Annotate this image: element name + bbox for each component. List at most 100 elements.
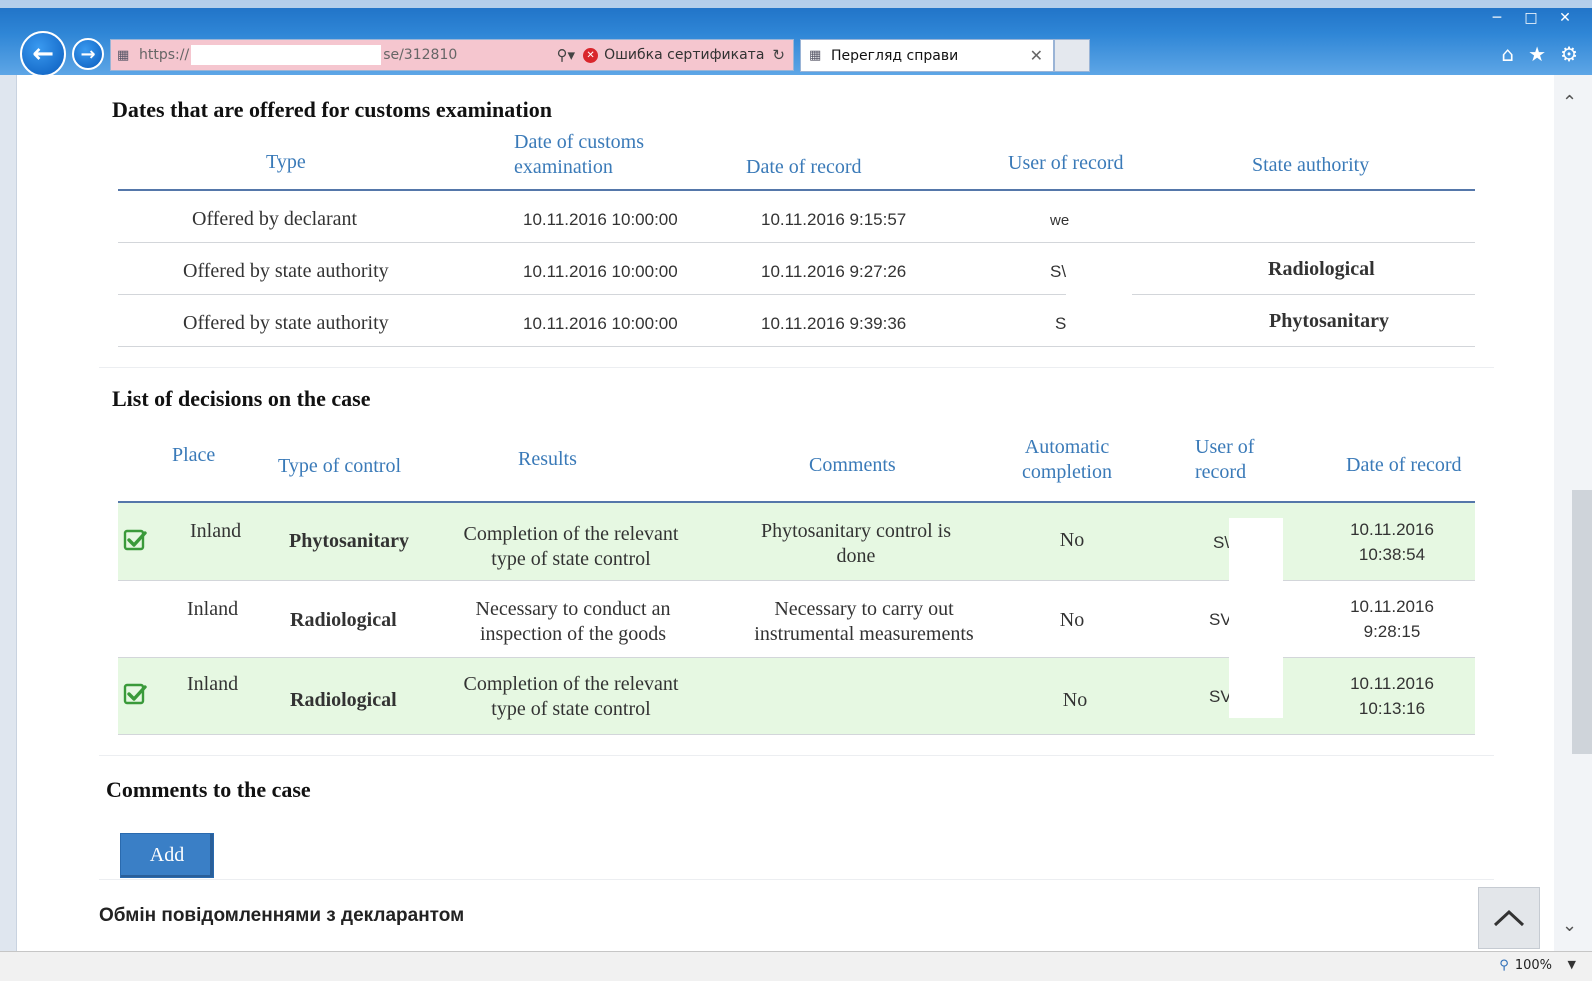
maximize-icon[interactable]: □ [1514,6,1548,30]
scroll-up-arrow-icon[interactable]: ⌃ [1562,92,1577,113]
decision-row-1-date-line1: 10.11.2016 [1350,520,1434,539]
search-icon[interactable]: ⚲▾ [557,46,576,64]
decision-row-2-results-line1: Necessary to conduct an [475,598,671,620]
decision-row-1-results-line2: type of state control [491,548,651,570]
decision-row-1-place: Inland [190,520,242,542]
dates-row-2-user: S\ [1050,262,1067,281]
decision-row-3-auto: No [1062,689,1088,711]
decisions-header-auto-line2[interactable]: completion [1012,460,1122,485]
settings-gear-icon[interactable]: ⚙ [1560,42,1578,66]
url-redaction [191,45,382,65]
certificate-error-label: Ошибка сертификата [604,47,765,63]
decision-row-3-results-line2: type of state control [491,698,651,720]
new-tab-button[interactable] [1054,39,1090,72]
dates-row-2-type: Offered by state authority [183,260,389,282]
chrome-top-strip [0,0,1592,8]
decisions-header-user-line2[interactable]: record [1195,460,1246,485]
decision-row-2-results-line2: inspection of the goods [479,623,667,645]
arrow-right-icon: → [80,43,96,65]
favorites-star-icon[interactable]: ★ [1528,42,1546,66]
checkbox-checked-icon[interactable] [123,682,147,706]
tab-close-icon[interactable]: ✕ [1030,46,1043,65]
forward-button[interactable]: → [72,38,104,70]
minimize-icon[interactable]: ─ [1480,6,1514,30]
add-comment-button[interactable]: Add [120,833,214,878]
dates-header-date-record[interactable]: Date of record [746,155,862,180]
dates-header-date-exam-line2[interactable]: examination [514,155,613,180]
decisions-section-title: List of decisions on the case [112,386,371,411]
decision-row-2-place: Inland [187,598,239,620]
url-text-start: https:// [139,47,190,63]
dates-row-2-date-record: 10.11.2016 9:27:26 [761,262,907,281]
tab-favicon-icon: ▦ [809,48,822,63]
decision-row-2-comments-line1: Necessary to carry out [774,598,954,620]
decisions-header-place[interactable]: Place [172,443,215,468]
scroll-down-arrow-icon[interactable]: ⌄ [1562,915,1577,936]
tab-title: Перегляд справи [831,47,959,64]
browser-chrome: ← → ▦ https:// se/312810 ⚲▾ ✕ Ошибка сер… [0,0,1592,77]
dates-header-authority[interactable]: State authority [1252,153,1369,178]
dates-header-type[interactable]: Type [266,150,306,175]
home-icon[interactable]: ⌂ [1501,42,1514,66]
dates-row-3-date-record: 10.11.2016 9:39:36 [761,314,907,333]
certificate-error[interactable]: ✕ Ошибка сертификата [583,47,764,63]
close-window-icon[interactable]: ✕ [1548,6,1582,30]
decision-row-1-comments-line1: Phytosanitary control is [761,520,951,542]
back-button[interactable]: ← [20,31,66,77]
decisions-header-user-line1[interactable]: User of [1195,435,1254,460]
scrollbar-thumb[interactable] [1572,490,1592,754]
page-favicon-icon: ▦ [117,47,130,63]
section-separator [99,367,1494,368]
dates-row-divider [1132,294,1475,295]
decision-row-1-date-line2: 10:38:54 [1358,545,1426,564]
dates-section-title: Dates that are offered for customs exami… [112,97,552,122]
zoom-level: 100% [1514,958,1552,973]
decision-row-2-date-line1: 10.11.2016 [1350,597,1434,616]
dates-row-divider [118,294,1066,295]
decisions-header-date-record[interactable]: Date of record [1346,453,1462,478]
comments-section-title: Comments to the case [106,777,311,802]
zoom-dropdown-icon[interactable]: ▼ [1568,958,1576,971]
dates-row-1-date-record: 10.11.2016 9:15:57 [761,210,907,229]
window-controls: ─ □ ✕ [1480,6,1582,30]
decision-row-3-type-control: Radiological [290,689,397,711]
dates-row-3-type: Offered by state authority [183,312,389,334]
dates-row-2-date-exam: 10.11.2016 10:00:00 [523,262,678,281]
decision-row-3-date-line1: 10.11.2016 [1350,674,1434,693]
decision-row-1-auto: No [1059,529,1085,551]
dates-header-date-exam-line1[interactable]: Date of customs [514,130,644,155]
decisions-header-results[interactable]: Results [518,447,577,472]
decisions-header-type-control[interactable]: Type of control [278,454,401,479]
dates-row-3-date-exam: 10.11.2016 10:00:00 [523,314,678,333]
dates-row-1-type: Offered by declarant [192,208,358,230]
browser-tools: ⌂ ★ ⚙ [1501,42,1578,66]
decision-row-2-type-control: Radiological [290,609,397,631]
tab-active[interactable]: ▦ Перегляд справи ✕ [800,39,1054,72]
decisions-header-auto-line1[interactable]: Automatic [1012,435,1122,460]
error-icon: ✕ [583,47,599,63]
section-separator [99,755,1494,756]
user-column-redaction [1229,518,1283,718]
section-separator [99,879,1494,880]
address-bar[interactable]: ▦ https:// se/312810 ⚲▾ ✕ Ошибка сертифи… [110,39,794,71]
zoom-control[interactable]: ⚲ 100% [1499,958,1552,973]
scroll-to-top-button[interactable] [1478,887,1540,949]
decision-row-1-results-line1: Completion of the relevant [463,523,679,545]
address-tools: ⚲▾ ✕ Ошибка сертификата ↻ [557,40,785,70]
chevron-up-icon [1493,909,1525,927]
page-viewport: Dates that are offered for customs exami… [16,75,1554,951]
refresh-icon[interactable]: ↻ [772,46,785,64]
dates-header-rule [118,189,1475,191]
url-text-end: se/312810 [383,47,458,63]
decision-row-2-comments-line2: instrumental measurements [754,623,974,645]
dates-row-divider [118,242,1475,243]
decisions-header-comments[interactable]: Comments [809,453,896,478]
zoom-magnifier-icon: ⚲ [1499,958,1509,973]
dates-row-3-authority: Phytosanitary [1269,310,1389,332]
dates-header-user[interactable]: User of record [1008,151,1124,176]
arrow-left-icon: ← [32,39,54,69]
decisions-table-bottom-rule [118,734,1475,735]
decision-row-2-auto: No [1059,609,1085,631]
dates-row-1-date-exam: 10.11.2016 10:00:00 [523,210,678,229]
checkbox-checked-icon[interactable] [123,528,147,552]
